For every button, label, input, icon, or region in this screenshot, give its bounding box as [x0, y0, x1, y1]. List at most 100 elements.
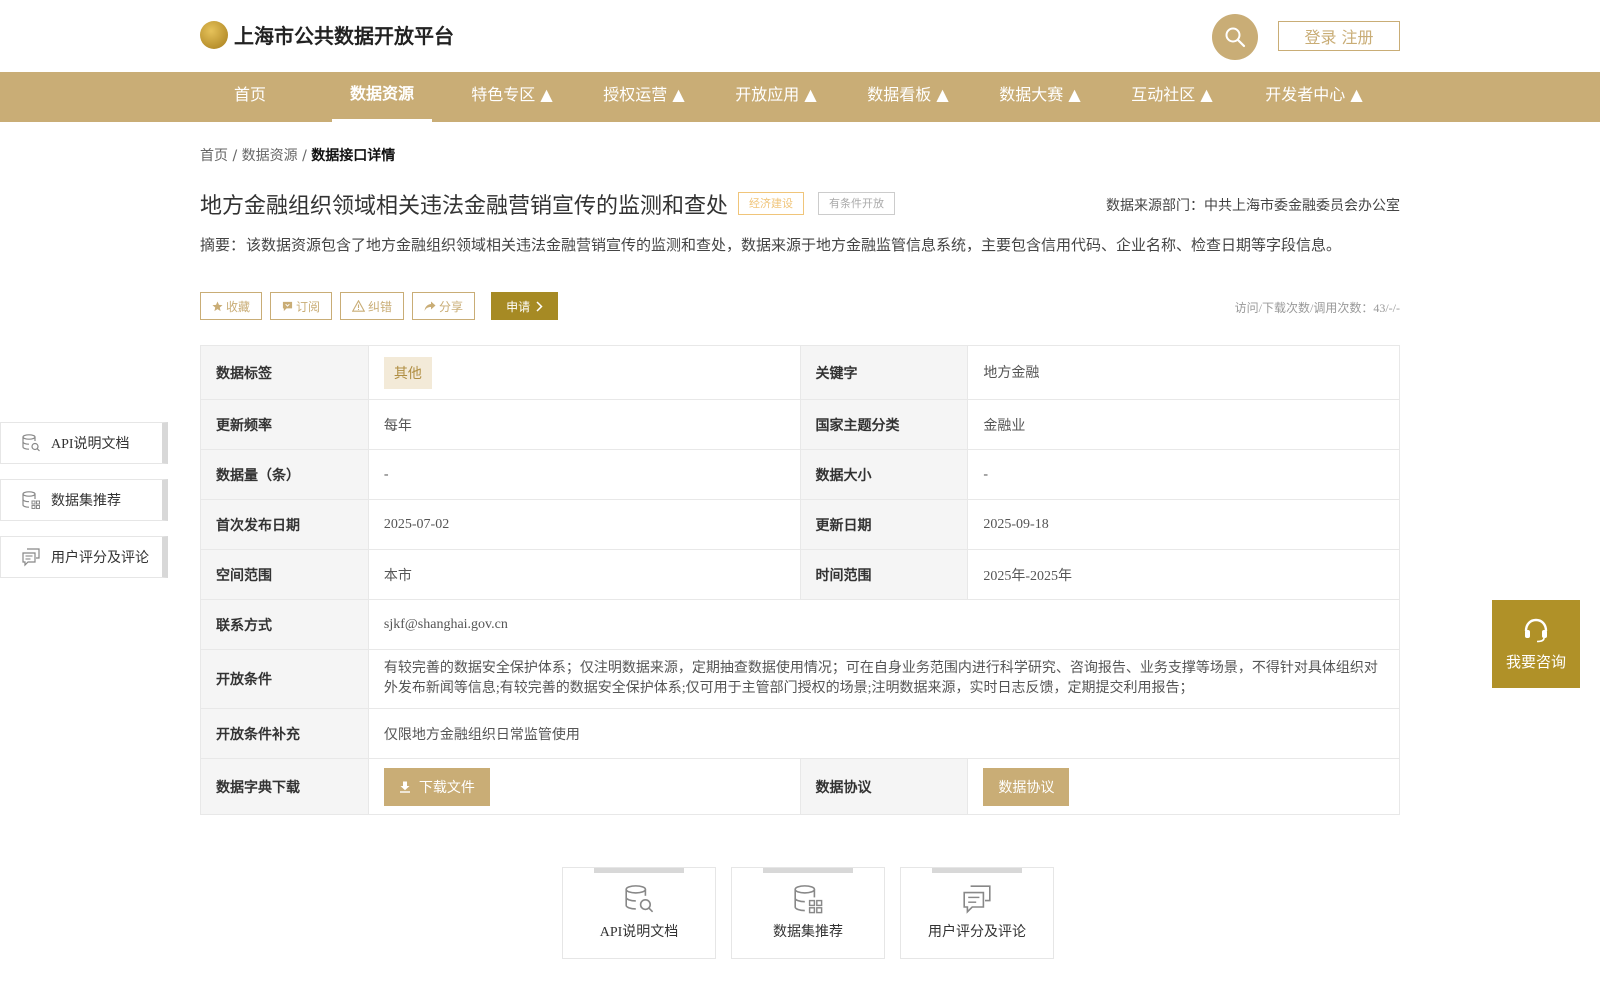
time-range-value: 2025年-2025年 — [967, 549, 1400, 600]
table-row: 更新频率 每年 国家主题分类 金融业 — [200, 399, 1400, 450]
search-icon — [1225, 27, 1246, 48]
nav-item-data-dashboard[interactable]: 数据看板 ▲ — [858, 72, 958, 122]
nav-item-community[interactable]: 互动社区 ▲ — [1122, 72, 1222, 122]
side-nav-dataset-recommend[interactable]: 数据集推荐 — [0, 479, 168, 521]
database-search-icon — [22, 434, 40, 452]
open-condition-label: 开放条件 — [200, 649, 369, 709]
search-button[interactable] — [1212, 14, 1258, 60]
national-category-label: 国家主题分类 — [799, 399, 969, 450]
site-header: 上海市公共数据开放平台 登录 注册 — [0, 0, 1600, 72]
headset-icon — [1524, 618, 1548, 642]
info-table: 数据标签 其他 关键字 地方金融 更新频率 每年 国家主题分类 金融业 数据量（… — [200, 345, 1401, 815]
subscribe-button[interactable]: 订阅 — [270, 292, 333, 320]
card-top-bar — [594, 868, 684, 873]
breadcrumb-separator: / — [297, 148, 312, 164]
side-nav-api-doc[interactable]: API说明文档 — [0, 422, 168, 464]
share-button[interactable]: 分享 — [412, 292, 476, 320]
apply-label: 申请 — [506, 299, 531, 314]
data-tag-value[interactable]: 其他 — [383, 356, 432, 389]
keyword-label: 关键字 — [799, 345, 969, 400]
update-frequency-label: 更新频率 — [200, 399, 369, 450]
nav-item-authorized-operation[interactable]: 授权运营 ▲ — [594, 72, 694, 122]
warning-icon — [352, 300, 366, 312]
update-frequency-value: 每年 — [367, 399, 801, 450]
download-file-label: 下载文件 — [418, 779, 475, 796]
table-row: 数据标签 其他 关键字 地方金融 — [200, 345, 1400, 400]
chevron-right-icon — [536, 300, 543, 312]
database-search-icon — [625, 885, 654, 913]
logo-emblem-icon — [200, 20, 228, 49]
card-top-bar — [932, 868, 1022, 873]
open-condition-supplement-value: 仅限地方金融组织日常监管使用 — [367, 708, 1401, 759]
table-row: 开放条件补充 仅限地方金融组织日常监管使用 — [200, 708, 1401, 759]
download-icon — [399, 781, 410, 793]
open-type-tag: 有条件开放 — [818, 192, 895, 215]
collect-button[interactable]: 收藏 — [200, 292, 263, 320]
topic-tag: 经济建设 — [738, 192, 804, 215]
update-date-label: 更新日期 — [799, 499, 969, 550]
open-condition-supplement-label: 开放条件补充 — [200, 708, 369, 759]
open-condition-value: 有较完善的数据安全保护体系；仅注明数据来源，定期抽查数据使用情况；可在自身业务范… — [367, 649, 1401, 709]
source-department: 数据来源部门：中共上海市委金融委员会办公室 — [1106, 198, 1400, 214]
table-row: 首次发布日期 2025-07-02 更新日期 2025-09-18 — [200, 499, 1400, 550]
main-nav: 首页 数据资源 特色专区 ▲ 授权运营 ▲ 开放应用 ▲ 数据看板 ▲ 数据大赛… — [0, 72, 1600, 122]
subscribe-label: 订阅 — [296, 299, 321, 314]
nav-item-developer-center[interactable]: 开发者中心 ▲ — [1254, 72, 1374, 122]
side-nav-rating[interactable]: 用户评分及评论 — [0, 536, 168, 578]
data-dictionary-cell: 下载文件 — [367, 758, 801, 815]
card-rating[interactable]: 用户评分及评论 — [900, 867, 1054, 959]
breadcrumb-data-resources[interactable]: 数据资源 — [242, 148, 298, 164]
data-protocol-label: 数据协议 — [799, 758, 969, 815]
card-api-doc[interactable]: API说明文档 — [562, 867, 716, 959]
first-publish-label: 首次发布日期 — [200, 499, 369, 550]
table-row: 空间范围 本市 时间范围 2025年-2025年 — [200, 549, 1400, 600]
collect-label: 收藏 — [226, 299, 251, 314]
table-row: 数据量（条） - 数据大小 - — [200, 449, 1400, 500]
keyword-value: 地方金融 — [967, 345, 1400, 400]
spatial-scope-label: 空间范围 — [200, 549, 369, 600]
time-range-label: 时间范围 — [799, 549, 969, 600]
summary: 摘要： 该数据资源包含了地方金融组织领域相关违法金融营销宣传的监测和查处，数据来… — [200, 236, 1400, 254]
share-icon — [424, 301, 436, 311]
side-nav-api-doc-label: API说明文档 — [51, 437, 130, 452]
star-icon — [212, 300, 223, 311]
card-api-doc-label: API说明文档 — [599, 925, 679, 940]
share-label: 分享 — [439, 299, 464, 314]
summary-text: 该数据资源包含了地方金融组织领域相关违法金融营销宣传的监测和查处，数据来源于地方… — [246, 236, 1342, 254]
spatial-scope-value: 本市 — [367, 549, 801, 600]
comments-icon — [22, 548, 40, 567]
consult-button[interactable]: 我要咨询 — [1492, 600, 1580, 688]
visit-stats: 访问/下载次数/调用次数：43/-/- — [1234, 301, 1400, 315]
download-file-button[interactable]: 下载文件 — [383, 767, 490, 806]
correct-label: 纠错 — [368, 299, 393, 314]
card-dataset-recommend[interactable]: 数据集推荐 — [731, 867, 885, 959]
page-title: 地方金融组织领域相关违法金融营销宣传的监测和查处 — [200, 194, 729, 219]
action-bar: 收藏 订阅 纠错 分享 申请 — [200, 292, 559, 320]
data-tag-label: 数据标签 — [200, 345, 369, 400]
breadcrumb-current: 数据接口详情 — [311, 148, 396, 164]
site-logo[interactable]: 上海市公共数据开放平台 — [200, 20, 454, 49]
table-row: 数据字典下载 下载文件 数据协议 数据协议 — [200, 758, 1400, 815]
nav-item-data-contest[interactable]: 数据大赛 ▲ — [990, 72, 1090, 122]
apply-button[interactable]: 申请 — [491, 292, 559, 320]
login-register-button[interactable]: 登录 注册 — [1278, 21, 1400, 51]
data-tag-cell: 其他 — [367, 345, 801, 400]
correct-button[interactable]: 纠错 — [340, 292, 405, 320]
comments-icon — [963, 885, 991, 914]
national-category-value: 金融业 — [967, 399, 1400, 450]
card-dataset-recommend-label: 数据集推荐 — [773, 925, 843, 940]
nav-item-home[interactable]: 首页 — [220, 72, 280, 122]
first-publish-value: 2025-07-02 — [367, 499, 801, 550]
side-nav-dataset-recommend-label: 数据集推荐 — [51, 494, 121, 509]
nav-item-special-zones[interactable]: 特色专区 ▲ — [462, 72, 562, 122]
table-row: 联系方式 sjkf@shanghai.gov.cn — [200, 599, 1401, 650]
update-date-value: 2025-09-18 — [967, 499, 1400, 550]
breadcrumb-home[interactable]: 首页 — [200, 148, 228, 164]
nav-item-data-resources[interactable]: 数据资源 — [332, 72, 432, 122]
data-protocol-button[interactable]: 数据协议 — [983, 767, 1070, 806]
data-count-label: 数据量（条） — [200, 449, 369, 500]
contact-label: 联系方式 — [200, 599, 369, 650]
side-nav-rating-label: 用户评分及评论 — [51, 551, 149, 566]
nav-item-open-apps[interactable]: 开放应用 ▲ — [726, 72, 826, 122]
data-count-value: - — [367, 449, 801, 500]
